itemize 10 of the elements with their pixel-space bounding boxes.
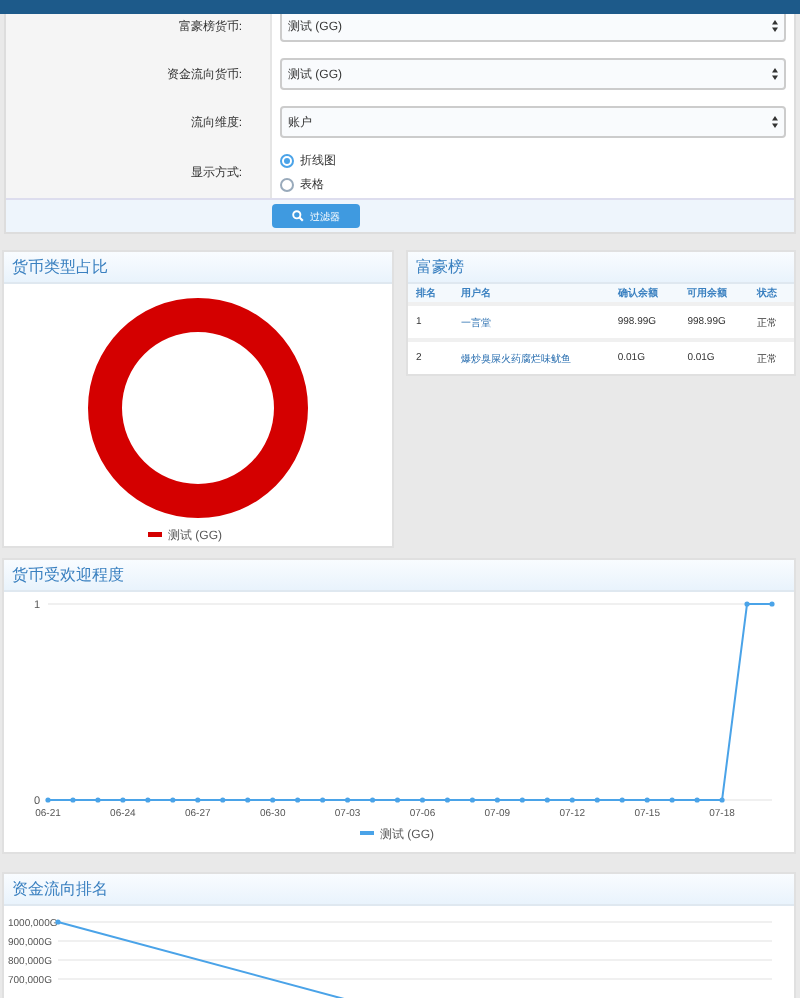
caret-icon — [772, 68, 778, 80]
panel-title: 富豪榜 — [416, 256, 464, 278]
radio-button[interactable] — [280, 153, 294, 167]
caret-icon — [772, 116, 778, 128]
caret-icon — [772, 20, 778, 32]
panel-title: 资金流向排名 — [12, 878, 108, 900]
radio-button[interactable] — [280, 177, 294, 191]
panel-title: 货币类型占比 — [12, 256, 108, 278]
search-icon — [292, 210, 304, 222]
panel-title: 货币受欢迎程度 — [12, 564, 124, 586]
